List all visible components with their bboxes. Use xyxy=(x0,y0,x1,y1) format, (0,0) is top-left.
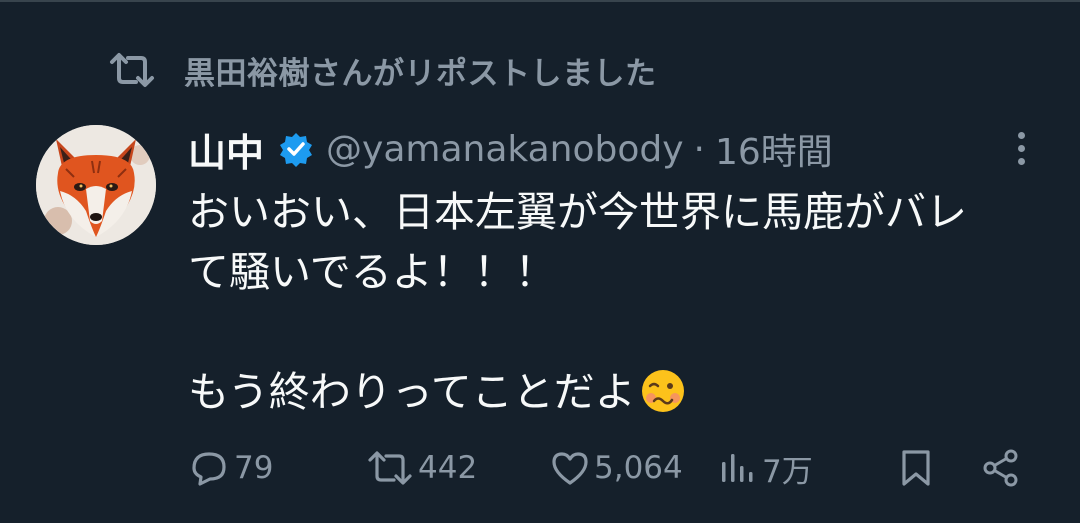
reply-count: 79 xyxy=(234,450,274,486)
tweet-text: おいおい、日本左翼が今世界に馬鹿がバレ て騒いでるよ！！！ もう終わりってことだ… xyxy=(188,182,1048,422)
tweet-text-line: もう終わりってことだよ xyxy=(188,362,1048,422)
separator-dot: · xyxy=(693,128,705,170)
share-button[interactable] xyxy=(980,440,1022,496)
like-count: 5,064 xyxy=(594,450,683,486)
views-button[interactable]: 7万 xyxy=(718,440,813,496)
views-chart-icon xyxy=(718,450,758,486)
tweet-text-line: て騒いでるよ！！！ xyxy=(188,248,556,296)
verified-badge-icon xyxy=(278,131,314,167)
repost-button[interactable]: 442 xyxy=(366,440,477,496)
repost-indicator[interactable]: 黒田裕樹さんがリポストしました xyxy=(108,50,657,92)
tweet-text-segment: もう終わりってことだよ xyxy=(188,368,636,416)
tweet-text-line: おいおい、日本左翼が今世界に馬鹿がバレ xyxy=(188,188,967,236)
reply-button[interactable]: 79 xyxy=(188,440,273,496)
tweet-header: 山中 @yamanakanobody · 16時間 xyxy=(188,122,833,177)
top-divider xyxy=(0,0,1080,2)
repost-count: 442 xyxy=(418,450,478,486)
avatar[interactable] xyxy=(36,125,156,245)
repost-icon xyxy=(108,52,156,88)
woozy-face-emoji xyxy=(640,368,686,414)
like-button[interactable]: 5,064 xyxy=(550,440,683,496)
repost-icon xyxy=(366,450,414,486)
reply-icon xyxy=(188,448,230,488)
author-name[interactable]: 山中 xyxy=(188,122,264,177)
view-count: 7万 xyxy=(762,453,813,490)
more-options-icon[interactable] xyxy=(1006,128,1036,168)
bookmark-icon xyxy=(898,448,934,488)
share-icon xyxy=(980,448,1022,488)
timestamp[interactable]: 16時間 xyxy=(715,123,833,175)
action-bar: 79 442 5,064 7万 xyxy=(0,440,1080,496)
bookmark-button[interactable] xyxy=(898,440,934,496)
heart-icon xyxy=(550,450,590,486)
author-handle[interactable]: @yamanakanobody xyxy=(326,129,684,170)
repost-label: 黒田裕樹さんがリポストしました xyxy=(184,55,657,92)
